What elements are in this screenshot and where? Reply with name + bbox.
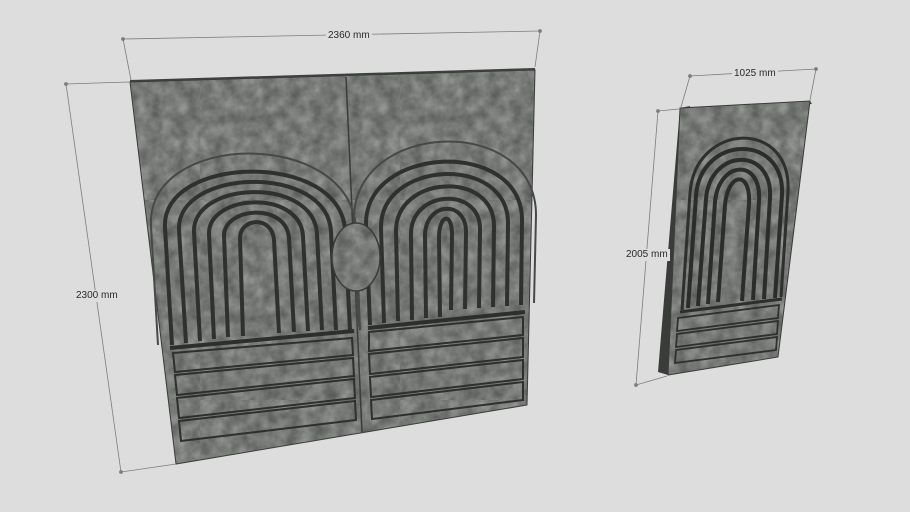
- 3d-viewport[interactable]: 2360 mm 2300 mm 1025 mm 2005 mm: [0, 0, 910, 512]
- double-gate-width-label: 2360 mm: [326, 30, 372, 42]
- double-gate-height-label: 2300 mm: [74, 290, 120, 302]
- double-gate[interactable]: [129, 68, 538, 465]
- single-gate-height-label: 2005 mm: [624, 249, 670, 261]
- single-gate-width-label: 1025 mm: [732, 68, 778, 80]
- single-gate-slab: [667, 100, 811, 376]
- center-medallion: [331, 222, 381, 292]
- single-gate[interactable]: [658, 100, 812, 376]
